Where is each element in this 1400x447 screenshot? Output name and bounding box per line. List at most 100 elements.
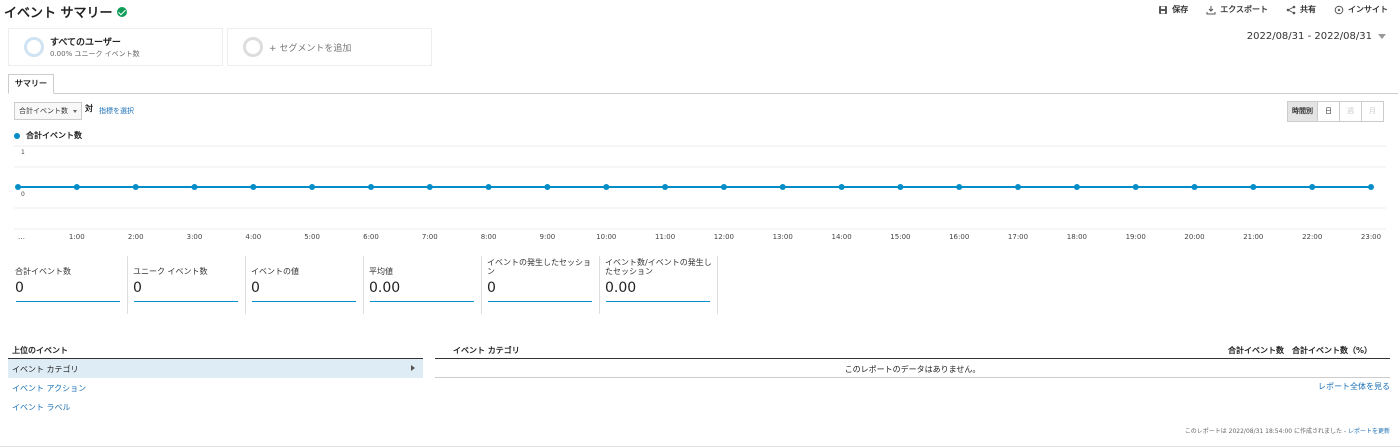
segment-sub: 0.00% ユニーク イベント数 [50,50,140,58]
x-tick-label: 10:00 [596,233,616,241]
data-point [132,184,139,190]
report-toolbar: 保存 エクスポート 共有 インサイト [1158,4,1388,15]
segment-name: すべてのユーザー [50,38,121,48]
data-point [368,184,374,190]
data-point [15,184,21,190]
choose-metric-link[interactable]: 指標を選択 [99,106,134,116]
data-point [1015,184,1021,190]
share-label: 共有 [1300,5,1316,14]
column-event-category[interactable]: イベント カテゴリ [453,345,1226,356]
granularity-week-button[interactable]: 週 [1339,102,1361,121]
segment-text: すべてのユーザー 0.00% ユニーク イベント数 [50,35,140,59]
scorecard[interactable]: 平均値 0.00 [364,256,482,314]
tab-summary[interactable]: サマリー [8,74,54,94]
scorecard-value: 0 [487,280,496,296]
data-point [1309,184,1316,190]
x-tick-label: 16:00 [949,233,969,241]
data-point [1368,184,1374,190]
full-report-link[interactable]: レポート全体を見る [1318,381,1390,392]
column-total-events-pct[interactable]: 合計イベント数（%） [1284,345,1372,356]
save-icon [1159,5,1168,14]
timeline-chart: 1 0 … 1:00 2:00 3:00 4:00 5:00 6:00 7:00 8:00 9:00 1… [14,145,1386,241]
scorecard-label: ユニーク イベント数 [133,267,208,276]
segment-circle-icon [24,37,44,57]
x-tick-label: 14:00 [832,233,852,241]
metric-select[interactable]: 合計イベント数 [14,102,82,120]
page-title-text: イベント サマリー [4,6,113,21]
scorecard-sparkline [488,301,592,302]
scorecard-value: 0 [15,280,24,296]
x-tick-label: 19:00 [1126,233,1146,241]
top-event-category[interactable]: イベント カテゴリ [8,359,423,378]
x-tick-label: 18:00 [1067,233,1087,241]
data-point [426,184,433,190]
scorecard-value: 0.00 [369,280,401,296]
data-point [191,184,198,190]
top-event-label[interactable]: イベント ラベル [8,397,423,416]
share-button[interactable]: 共有 [1286,4,1316,15]
share-icon [1286,5,1296,14]
x-tick-label: 21:00 [1243,233,1263,241]
data-point [309,184,316,190]
x-tick-label: 6:00 [363,233,379,241]
x-tick-label: 3:00 [187,233,203,241]
insight-icon [1334,5,1344,14]
scorecard-value: 0.00 [605,280,637,296]
granularity-day-button[interactable]: 日 [1317,102,1339,121]
top-events-heading: 上位のイベント [8,343,423,359]
x-tick-label: 9:00 [540,233,556,241]
export-button[interactable]: エクスポート [1206,4,1268,15]
scorecard[interactable]: イベントの値 0 [246,256,364,314]
x-tick-label: 7:00 [422,233,438,241]
granularity-month-button[interactable]: 月 [1361,102,1383,121]
scorecard-value: 0 [251,280,260,296]
page-title: イベント サマリー [4,2,127,21]
scorecard[interactable]: 合計イベント数 0 [10,256,128,314]
date-range-picker[interactable]: 2022/08/31 - 2022/08/31 [1247,31,1386,42]
x-tick-label: 8:00 [481,233,497,241]
x-tick-label: 20:00 [1184,233,1204,241]
data-point [1132,184,1139,190]
top-events-panel: 上位のイベント イベント カテゴリ イベント アクション イベント ラベル [8,343,423,416]
table-empty-message: このレポートのデータはありません。 [435,359,1390,378]
scorecard[interactable]: イベント数/イベントの発生したセッション 0.00 [600,256,718,314]
data-point [662,184,669,190]
scorecard-label: 合計イベント数 [15,267,71,276]
chevron-down-icon [1378,34,1386,39]
date-range-text: 2022/08/31 - 2022/08/31 [1246,31,1372,42]
save-button[interactable]: 保存 [1158,4,1188,15]
column-total-events[interactable]: 合計イベント数 [1226,345,1284,356]
add-segment-button[interactable]: + セグメントを追加 [227,28,432,66]
x-tick-label: 17:00 [1008,233,1028,241]
granularity-hourly-button[interactable]: 時間別 [1288,102,1317,121]
report-header: イベント サマリー 保存 エクスポート 共有 インサイト [0,0,1400,22]
y-tick-label: 1 [21,149,25,156]
vs-label: 対 [85,104,93,113]
event-table: イベント カテゴリ 合計イベント数 合計イベント数（%） このレポートのデータは… [435,343,1390,391]
x-tick-label: 23:00 [1361,233,1381,241]
scorecards: 合計イベント数 0 ユニーク イベント数 0 イベントの値 0 平均値 0.00 イベントの発生… [10,256,718,314]
scorecard-value: 0 [133,280,142,296]
granularity-switch: 時間別 日 週 月 [1287,101,1384,122]
x-tick-label: … [18,233,25,241]
scorecard-sparkline [16,301,120,302]
verified-check-icon [116,6,127,17]
scorecard-sparkline [134,301,238,302]
add-segment-label: + セグメントを追加 [269,43,352,54]
scorecard[interactable]: ユニーク イベント数 0 [128,256,246,314]
segment-all-users[interactable]: すべてのユーザー 0.00% ユニーク イベント数 [8,28,223,66]
report-tabs: サマリー [8,74,1398,94]
data-point [544,184,551,190]
scorecard-label: イベントの値 [251,267,299,276]
scorecard-label: イベント数/イベントの発生したセッション [605,258,712,276]
insight-button[interactable]: インサイト [1334,4,1388,15]
refresh-report-link[interactable]: レポートを更新 [1348,428,1390,435]
top-event-action[interactable]: イベント アクション [8,378,423,397]
x-tick-label: 1:00 [69,233,85,241]
add-segment-circle-icon [243,37,263,57]
scorecard[interactable]: イベントの発生したセッション 0 [482,256,600,314]
scorecard-sparkline [370,301,474,302]
data-point [897,184,904,190]
data-point [603,184,610,190]
save-label: 保存 [1172,5,1189,14]
